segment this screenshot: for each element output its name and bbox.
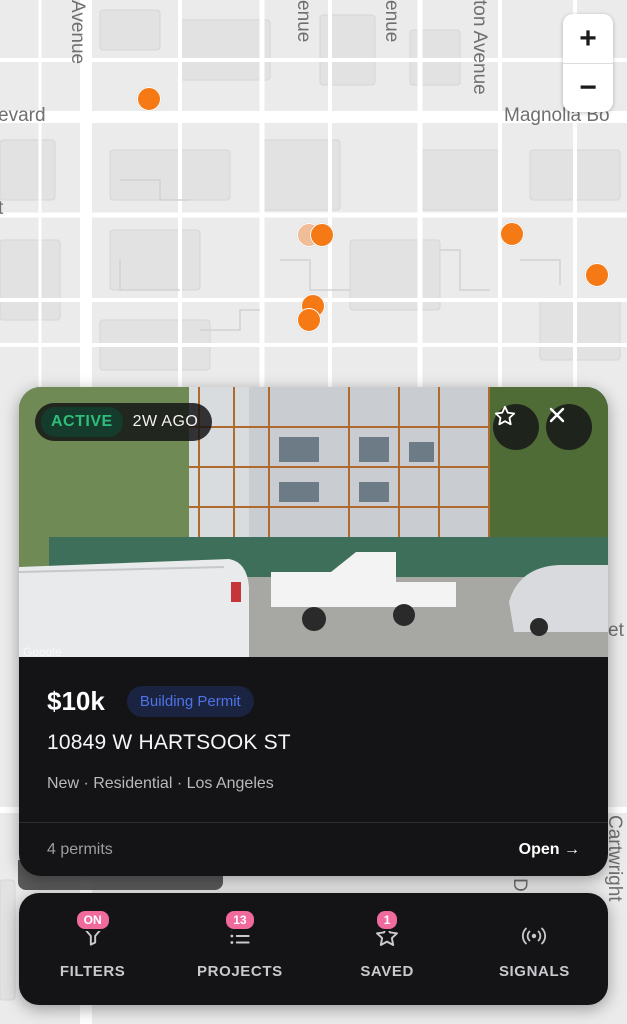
map-pin[interactable] [585, 263, 609, 287]
project-meta: New · Residential · Los Angeles [47, 775, 274, 792]
saved-badge: 1 [374, 909, 400, 931]
close-button[interactable] [546, 404, 592, 450]
signal-icon [519, 921, 549, 951]
projects-badge: 13 [224, 909, 256, 931]
street-label-avenue-3: enue [381, 0, 402, 43]
filters-badge: ON [74, 909, 111, 931]
street-label-avenue-4: ton Avenue [469, 0, 490, 95]
project-card[interactable]: ACTIVE 2W AGO Google $10k Building Permi… [19, 387, 608, 876]
zoom-control: + − [563, 14, 613, 112]
street-label-avenue-2: enue [293, 0, 314, 43]
open-button[interactable]: Open → [519, 841, 580, 859]
street-label-boulevard: evard [0, 105, 46, 126]
status-age: 2W AGO [132, 413, 199, 430]
permit-type-badge: Building Permit [126, 685, 254, 717]
nav-item-filters[interactable]: ON FILTERS [28, 909, 158, 980]
save-button[interactable] [493, 404, 539, 450]
nav-label-saved: SAVED [360, 963, 414, 980]
nav-label-signals: SIGNALS [498, 963, 570, 980]
street-label-bottom-1: D [509, 878, 530, 892]
zoom-in-button[interactable]: + [563, 14, 613, 63]
photo-watermark: Google [23, 645, 62, 657]
nav-label-projects: PROJECTS [197, 963, 283, 980]
bottom-nav: ON FILTERS 13 PROJECTS 1 SAVED SIGNALS [19, 893, 608, 1005]
nav-label-filters: FILTERS [59, 963, 126, 980]
street-label-avenue-1: Avenue [67, 0, 88, 65]
street-view-photo: ACTIVE 2W AGO Google [19, 387, 608, 657]
nav-item-saved[interactable]: 1 SAVED [322, 909, 452, 980]
project-price: $10k [47, 685, 105, 716]
card-footer: 4 permits Open → [19, 822, 608, 876]
nav-item-signals[interactable]: SIGNALS [469, 921, 599, 980]
map-pin[interactable] [137, 87, 161, 111]
nav-item-projects[interactable]: 13 PROJECTS [175, 909, 305, 980]
close-icon [549, 407, 565, 423]
map-pin[interactable] [500, 222, 524, 246]
street-label-right-edge: et [608, 620, 624, 641]
status-badge: ACTIVE [41, 407, 123, 437]
star-icon [494, 405, 516, 426]
street-label-left-edge: t [0, 198, 4, 219]
map-pin[interactable] [297, 308, 321, 332]
permits-count: 4 permits [47, 841, 113, 858]
zoom-out-button[interactable]: − [563, 63, 613, 112]
map-pin[interactable] [310, 223, 334, 247]
status-pill: ACTIVE 2W AGO [35, 403, 213, 441]
card-info: $10k Building Permit 10849 W HARTSOOK ST… [19, 657, 608, 822]
project-address: 10849 W HARTSOOK ST [47, 731, 291, 754]
